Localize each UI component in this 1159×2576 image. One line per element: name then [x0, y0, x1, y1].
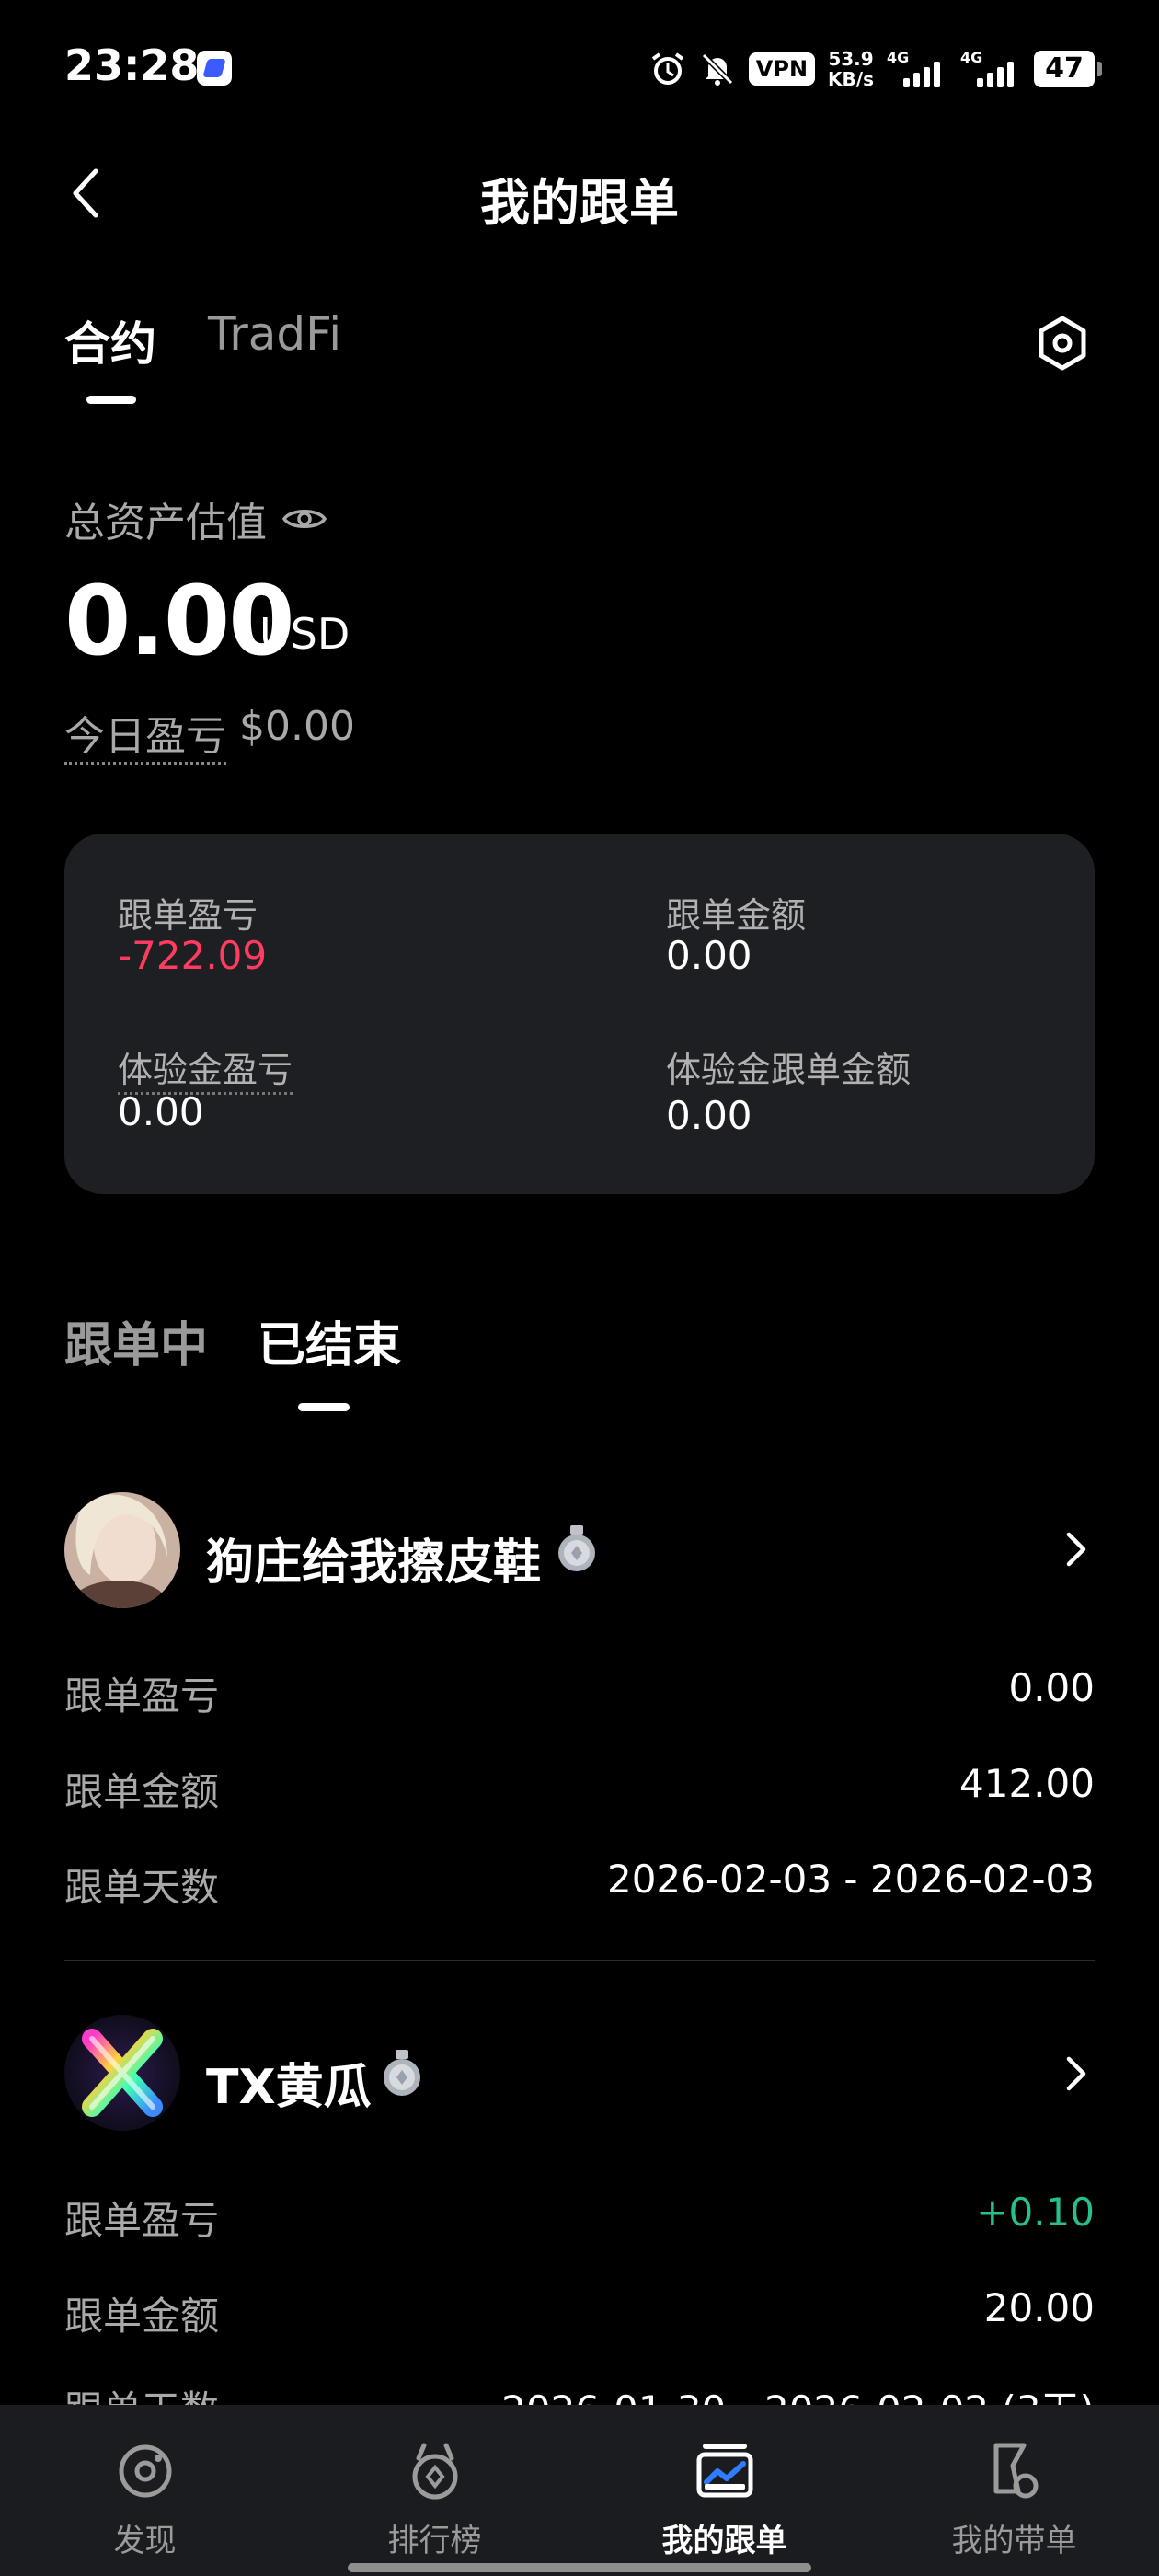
nav-label: 我的跟单	[661, 2523, 787, 2559]
avatar-image	[64, 2015, 180, 2131]
trader-days-value: 2026-02-03 - 2026-02-03	[606, 1857, 1095, 1902]
vpn-badge: VPN	[748, 52, 816, 86]
tab-tradfi[interactable]: TradFi	[208, 307, 341, 361]
nav-my-lead[interactable]: 我的带单	[869, 2405, 1159, 2576]
subtab-active-indicator	[298, 1403, 350, 1411]
my-lead-icon	[993, 2443, 1039, 2499]
trial-pnl-value: 0.00	[118, 1089, 204, 1134]
leaderboard-icon	[412, 2443, 458, 2500]
mute-bell-icon	[701, 52, 733, 86]
copy-amount-label: 跟单金额	[666, 895, 807, 936]
nav-label: 发现	[113, 2523, 177, 2559]
total-assets-label: 总资产估值	[64, 489, 327, 548]
eye-icon[interactable]	[281, 503, 327, 535]
copy-amount-value: 0.00	[666, 933, 752, 978]
discover-icon	[119, 2444, 172, 2498]
avatar-image	[64, 1492, 180, 1608]
tab-ended[interactable]: 已结束	[258, 1306, 401, 1375]
avatar[interactable]	[64, 2015, 180, 2131]
bottom-nav: 发现 排行榜 我的跟单 我的带单	[0, 2405, 1159, 2576]
silver-medal-icon	[558, 1525, 595, 1571]
trader-pnl-value: +0.10	[976, 2190, 1095, 2235]
trader-pnl-label: 跟单盈亏	[64, 1673, 220, 1719]
copy-pnl-label: 跟单盈亏	[118, 895, 258, 936]
nav-discover[interactable]: 发现	[0, 2405, 290, 2576]
nav-my-copy[interactable]: 我的跟单	[580, 2405, 869, 2576]
tab-ongoing[interactable]: 跟单中	[64, 1306, 208, 1375]
settings-icon[interactable]	[1034, 315, 1091, 372]
page-title: 我的跟单	[480, 174, 679, 232]
trader-days-label: 跟单天数	[64, 1865, 220, 1910]
trader-amount-value: 20.00	[983, 2285, 1095, 2330]
nav-label: 我的带单	[951, 2523, 1077, 2559]
trader-amount-label: 跟单金额	[64, 2294, 220, 2339]
trial-amount-label: 体验金跟单金额	[666, 1050, 912, 1090]
trader-pnl-value: 0.00	[1008, 1665, 1095, 1710]
battery-icon: 47	[1034, 51, 1102, 87]
status-time: 23:28	[64, 40, 200, 90]
today-pnl: 今日盈亏 $0.00	[64, 703, 355, 765]
app-notification-icon	[197, 51, 232, 86]
network-speed: 53.9 KB/s	[828, 48, 874, 90]
trial-pnl-label[interactable]: 体验金盈亏	[118, 1041, 293, 1095]
trader-amount-label: 跟单金额	[64, 1769, 220, 1814]
tab-contract[interactable]: 合约	[64, 307, 156, 374]
summary-card: 跟单盈亏 -722.09 跟单金额 0.00 体验金盈亏 0.00 体验金跟单金…	[64, 834, 1095, 1194]
status-icons: VPN 53.9 KB/s 4G 4G 47	[649, 46, 1102, 92]
trial-amount-value: 0.00	[666, 1093, 752, 1138]
nav-leaderboard[interactable]: 排行榜	[290, 2405, 580, 2576]
trader-amount-value: 412.00	[959, 1761, 1095, 1806]
signal-icon: 4G	[887, 49, 947, 87]
trader-name[interactable]: 狗庄给我擦皮鞋	[206, 1524, 541, 1593]
nav-label: 排行榜	[387, 2523, 482, 2559]
trader-name[interactable]: TX黄瓜	[206, 2048, 372, 2117]
my-copy-icon	[696, 2444, 753, 2498]
signal-icon-2: 4G	[960, 49, 1021, 87]
tab-active-indicator	[86, 396, 136, 404]
avatar[interactable]	[64, 1492, 180, 1608]
alarm-icon	[651, 52, 683, 85]
silver-medal-icon	[384, 2050, 420, 2096]
today-pnl-value: $0.00	[239, 703, 355, 750]
chevron-right-icon[interactable]	[1061, 1527, 1091, 1571]
chevron-right-icon[interactable]	[1061, 2052, 1091, 2096]
home-indicator[interactable]	[348, 2563, 811, 2572]
total-assets-unit: USD	[259, 609, 350, 659]
trader-pnl-label: 跟单盈亏	[64, 2198, 220, 2243]
divider	[64, 1960, 1095, 1961]
today-pnl-label[interactable]: 今日盈亏	[64, 703, 226, 765]
copy-pnl-value: -722.09	[118, 933, 268, 978]
